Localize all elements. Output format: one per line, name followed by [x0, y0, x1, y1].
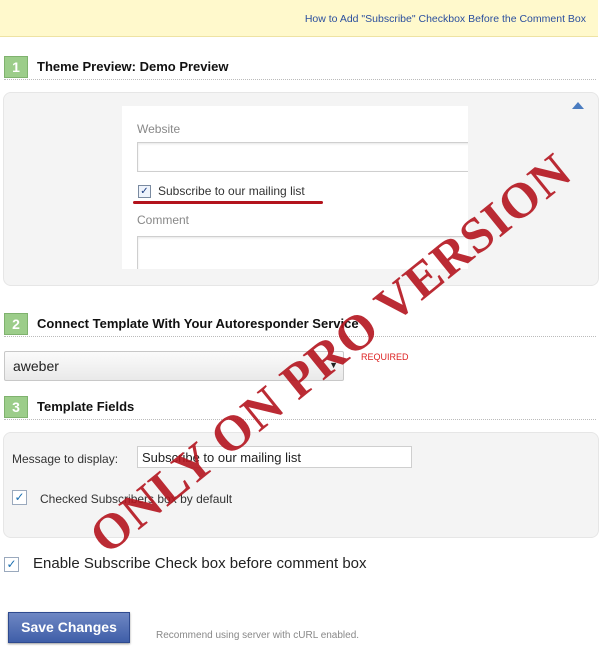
- step-number-3: 3: [4, 396, 28, 418]
- collapse-arrow-icon[interactable]: [572, 102, 584, 109]
- curl-note: Recommend using server with cURL enabled…: [156, 630, 360, 641]
- section-title-theme-preview: Theme Preview: Demo Preview: [37, 59, 229, 74]
- step-number-2: 2: [4, 313, 28, 335]
- highlight-underline: [133, 201, 323, 204]
- section-title-template-fields: Template Fields: [37, 399, 135, 414]
- message-label: Message to display:: [12, 452, 119, 466]
- theme-preview-panel: Website ✓ Subscribe to our mailing list …: [3, 92, 599, 286]
- message-input[interactable]: Subscribe to our mailing list: [137, 446, 412, 468]
- top-bar: How to Add "Subscribe" Checkbox Before t…: [0, 0, 598, 37]
- preview-subscribe-checkbox: ✓: [138, 185, 151, 198]
- autoresponder-selected-value: aweber: [13, 358, 59, 374]
- preview-card: Website ✓ Subscribe to our mailing list …: [122, 106, 468, 269]
- dropdown-arrow-icon: ▼: [329, 360, 338, 370]
- section-header-theme-preview: 1 Theme Preview: Demo Preview: [4, 55, 596, 80]
- enable-subscribe-checkbox[interactable]: ✓: [4, 557, 19, 572]
- enable-subscribe-label: Enable Subscribe Check box before commen…: [33, 555, 367, 572]
- required-badge: REQUIRED: [361, 352, 409, 362]
- section-title-autoresponder: Connect Template With Your Autoresponder…: [37, 316, 359, 331]
- help-link[interactable]: How to Add "Subscribe" Checkbox Before t…: [305, 13, 586, 25]
- preview-website-label: Website: [137, 122, 181, 136]
- step-number-1: 1: [4, 56, 28, 78]
- save-changes-button[interactable]: Save Changes: [8, 612, 130, 643]
- preview-website-input: [137, 142, 468, 172]
- preview-subscribe-label: Subscribe to our mailing list: [158, 184, 305, 198]
- section-header-template-fields: 3 Template Fields: [4, 395, 596, 420]
- preview-comment-label: Comment: [137, 213, 190, 227]
- checked-default-label: Checked Subscribers box by default: [40, 492, 233, 506]
- preview-comment-input: [137, 236, 468, 269]
- checked-default-checkbox[interactable]: ✓: [12, 490, 27, 505]
- section-header-autoresponder: 2 Connect Template With Your Autorespond…: [4, 312, 596, 337]
- autoresponder-select[interactable]: aweber ▼: [4, 351, 344, 381]
